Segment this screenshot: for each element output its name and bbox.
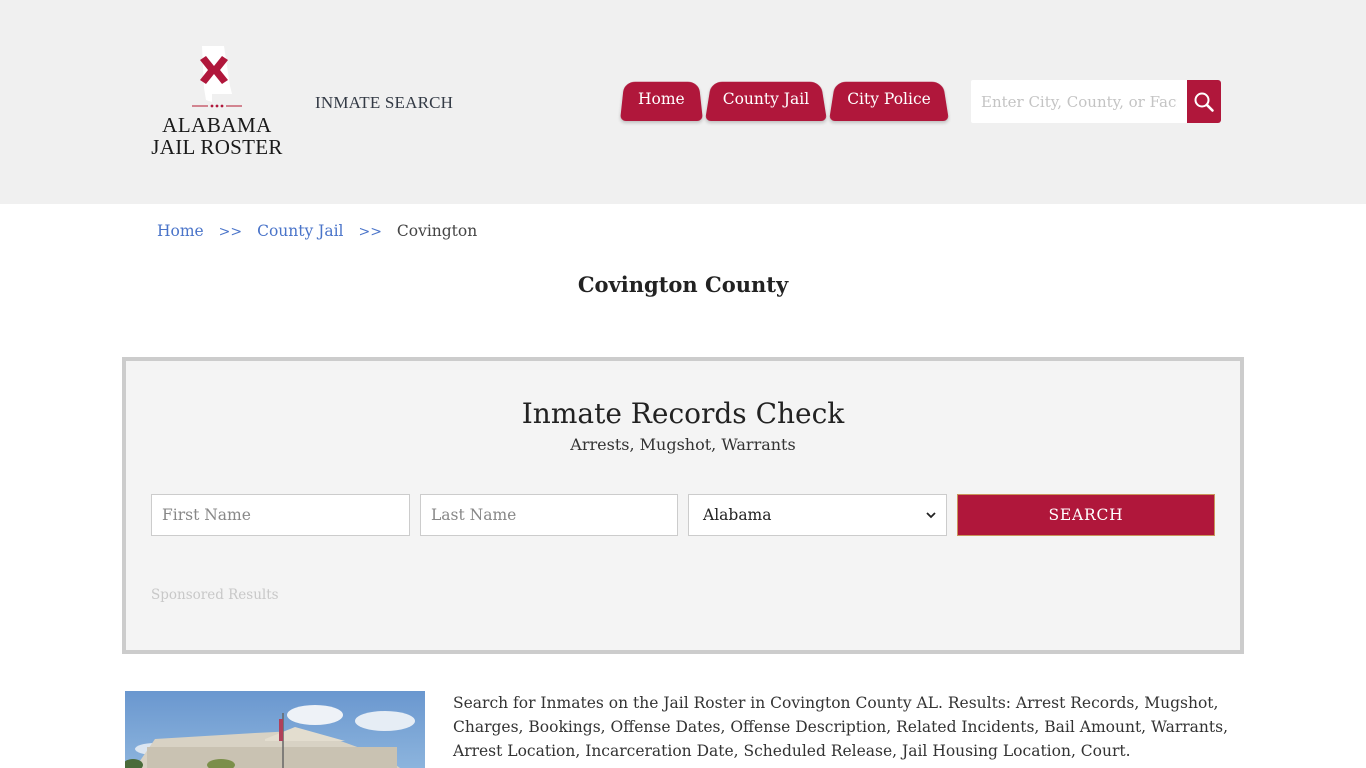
site-search [971,80,1221,123]
county-description: Search for Inmates on the Jail Roster in… [453,694,1228,760]
breadcrumb-separator: >> [358,224,382,240]
logo-line-1: ALABAMA [162,113,272,137]
breadcrumb-separator: >> [218,224,243,240]
nav-county-jail[interactable]: County Jail [705,77,827,121]
nav-county-jail-label: County Jail [722,90,810,108]
last-name-input[interactable] [420,494,678,536]
nav-city-police[interactable]: City Police [829,77,949,121]
header-tagline[interactable]: INMATE SEARCH [315,93,453,113]
records-search-button[interactable]: SEARCH [957,494,1215,536]
breadcrumb: Home >> County Jail >> Covington [157,222,477,240]
site-header: ALABAMA JAIL ROSTER INMATE SEARCH Home C… [0,0,1366,204]
search-icon [1194,92,1214,112]
logo-line-2: JAIL ROSTER [151,135,283,159]
state-select[interactable]: Alabama [688,494,947,536]
nav-home-label: Home [638,90,685,108]
state-select-value: Alabama [703,506,772,524]
breadcrumb-county-jail[interactable]: County Jail [257,222,343,240]
nav-home[interactable]: Home [620,77,703,121]
site-search-input[interactable] [971,80,1187,123]
main-nav: Home County Jail City Police [620,77,951,121]
breadcrumb-current: Covington [396,222,478,240]
breadcrumb-home[interactable]: Home [157,222,204,240]
sponsored-results-label: Sponsored Results [151,587,279,603]
site-logo[interactable]: ALABAMA JAIL ROSTER [150,44,284,162]
courthouse-photo [125,691,425,768]
records-title: Inmate Records Check [521,397,845,430]
alabama-state-flag-icon [192,46,242,108]
site-search-button[interactable] [1187,80,1221,123]
records-subtitle: Arrests, Mugshot, Warrants [570,435,796,454]
chevron-down-icon [926,512,936,519]
first-name-input[interactable] [151,494,410,536]
logo-text: ALABAMA JAIL ROSTER [150,114,284,158]
page-title: Covington County [577,272,789,297]
nav-city-police-label: City Police [847,90,931,108]
inmate-records-check: Inmate Records Check Arrests, Mugshot, W… [122,357,1244,654]
courthouse-illustration [125,705,415,768]
